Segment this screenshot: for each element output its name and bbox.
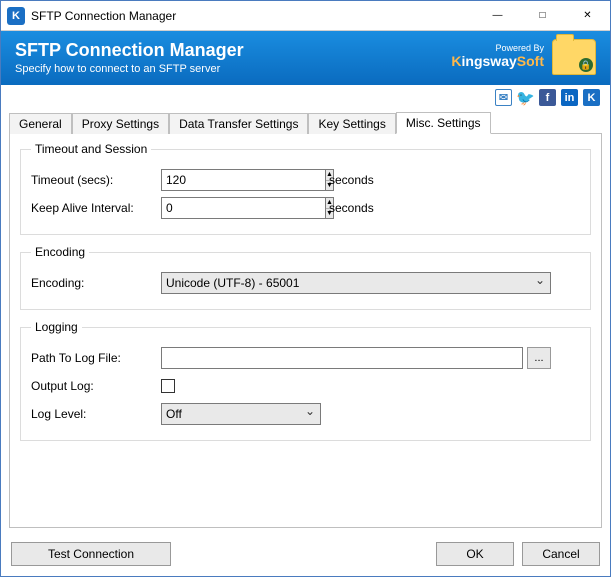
tabstrip: General Proxy Settings Data Transfer Set… [1,110,610,133]
keepalive-suffix: seconds [329,201,374,215]
test-connection-button[interactable]: Test Connection [11,542,171,566]
outputlog-label: Output Log: [31,379,161,393]
folder-lock-icon: 🔒 [552,39,596,75]
outputlog-checkbox[interactable] [161,379,175,393]
vendor-logo-soft: Soft [517,53,544,69]
group-logging: Logging Path To Log File: ... Output Log… [20,320,591,441]
logpath-input[interactable] [161,347,523,369]
timeout-suffix: seconds [329,173,374,187]
maximize-button[interactable]: □ [520,1,565,31]
timeout-label: Timeout (secs): [31,173,161,187]
facebook-icon[interactable]: f [539,89,556,106]
kingswaysoft-icon[interactable]: K [583,89,600,106]
group-encoding-legend: Encoding [31,245,89,259]
linkedin-icon[interactable]: in [561,89,578,106]
lock-icon: 🔒 [579,58,593,72]
banner-title: SFTP Connection Manager [15,40,451,61]
group-timeout-session: Timeout and Session Timeout (secs): ▲ ▼ … [20,142,591,235]
keepalive-input[interactable] [161,197,325,219]
tab-misc-settings[interactable]: Misc. Settings [396,112,491,134]
encoding-label: Encoding: [31,276,161,290]
tab-panel-misc: Timeout and Session Timeout (secs): ▲ ▼ … [9,133,602,528]
keepalive-label: Keep Alive Interval: [31,201,161,215]
social-row: ✉ 🐦 f in K [1,85,610,110]
minimize-button[interactable]: — [475,1,520,31]
loglevel-select[interactable]: Off [161,403,321,425]
encoding-select[interactable]: Unicode (UTF-8) - 65001 [161,272,551,294]
logpath-browse-button[interactable]: ... [527,347,551,369]
close-button[interactable]: ✕ [565,1,610,31]
app-icon: K [7,7,25,25]
group-logging-legend: Logging [31,320,82,334]
titlebar: K SFTP Connection Manager — □ ✕ [1,1,610,31]
timeout-input[interactable] [161,169,325,191]
vendor-logo-mid: ingsway [462,53,517,69]
banner-subtitle: Specify how to connect to an SFTP server [15,63,451,75]
tab-key-settings[interactable]: Key Settings [308,113,395,134]
cancel-button[interactable]: Cancel [522,542,600,566]
vendor-logo: Powered By KingswaySoft [451,44,544,69]
banner: SFTP Connection Manager Specify how to c… [1,31,610,85]
group-timeout-legend: Timeout and Session [31,142,151,156]
loglevel-label: Log Level: [31,407,161,421]
logpath-label: Path To Log File: [31,351,161,365]
mail-icon[interactable]: ✉ [495,89,512,106]
footer: Test Connection OK Cancel [1,534,610,576]
ok-button[interactable]: OK [436,542,514,566]
twitter-icon[interactable]: 🐦 [517,89,534,106]
window-title: SFTP Connection Manager [31,9,176,23]
tab-proxy-settings[interactable]: Proxy Settings [72,113,169,134]
tab-data-transfer-settings[interactable]: Data Transfer Settings [169,113,308,134]
vendor-logo-k: K [451,53,461,69]
group-encoding: Encoding Encoding: Unicode (UTF-8) - 650… [20,245,591,310]
tab-general[interactable]: General [9,113,72,134]
